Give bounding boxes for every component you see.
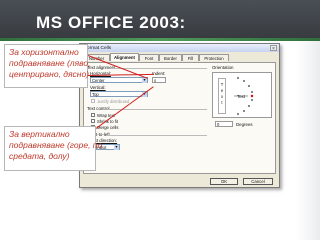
orientation-dial-icon [234,77,254,115]
close-icon[interactable]: × [270,45,277,52]
indent-label: Indent: [152,71,166,76]
horizontal-select[interactable]: Center ▼ [90,77,148,83]
tab-protection[interactable]: Protection [199,54,229,61]
callout-line: центрирано, дясно) [9,69,90,79]
callout-line: подравняване (ляво, [9,58,91,68]
side-gradient [296,41,320,240]
callout-line: подравняване (горе, по [9,140,103,150]
horizontal-select-value: Center [92,78,105,83]
dialog-title: Format Cells [84,45,112,51]
tab-alignment[interactable]: Alignment [110,53,139,61]
separator [107,134,207,136]
orientation-panel[interactable]: T e x t Text [212,72,272,118]
indent-input[interactable]: 0 [152,77,166,83]
callout-vertical-alignment: За вертикално подравняване (горе, по сре… [4,126,103,171]
shrink-to-fit-checkbox[interactable] [91,119,95,123]
vertical-label: Vertical: [90,85,106,90]
accent-band [0,38,320,41]
callout-line: За вертикално [9,129,70,139]
slide-title-text: MS OFFICE 2003 [36,13,180,32]
alignment-panel: Text alignment Horizontal: Center ▼ Inde… [83,62,276,174]
chevron-down-icon: ▼ [114,145,119,150]
dialog-titlebar: Format Cells × [80,44,279,52]
degrees-input[interactable]: 0 [215,121,233,127]
tab-border[interactable]: Border [159,54,182,61]
orientation-label: Orientation [212,65,234,70]
slide-title: MS OFFICE 2003: [36,13,186,33]
degrees-label: Degrees [236,121,253,127]
callout-line: За хоризонтално [9,47,79,57]
wrap-text-checkbox[interactable] [91,113,95,117]
justify-distributed-label: Justify distributed [97,98,130,104]
slide-title-colon: : [179,13,186,32]
orientation-text-label: Text [237,94,246,99]
ok-button[interactable]: OK [210,178,238,185]
callout-line: средата, долу) [9,151,70,161]
vertical-text-label: T e x t [220,82,224,105]
title-bar: MS OFFICE 2003: [0,0,320,38]
callout-horizontal-alignment: За хоризонтално подравняване (ляво, цент… [4,44,91,88]
tab-font[interactable]: Font [139,54,159,61]
vertical-select-value: Top [92,92,99,97]
justify-distributed-checkbox[interactable] [91,99,95,103]
cancel-button[interactable]: Cancel [243,178,273,185]
tab-fill[interactable]: Fill [182,54,199,61]
vertical-text-box[interactable]: T e x t [218,78,226,114]
slide: MS OFFICE 2003: Format Cells × Number Al… [0,0,320,240]
